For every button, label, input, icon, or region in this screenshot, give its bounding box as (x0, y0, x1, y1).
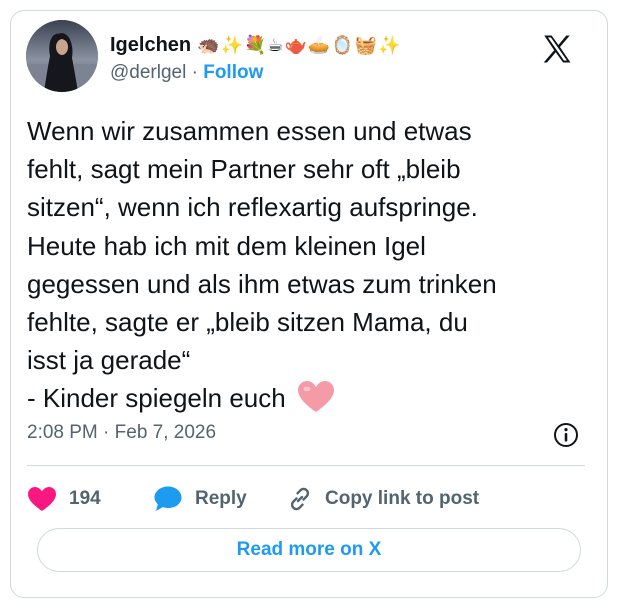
like-count: 194 (69, 488, 101, 509)
avatar[interactable] (26, 20, 98, 92)
x-logo-icon[interactable] (540, 32, 574, 66)
handle-row: @derlgel · Follow (110, 62, 263, 84)
tweet-body: Wenn wir zusammen essen und etwas fehlt,… (27, 116, 497, 414)
user-avatar-photo (26, 20, 98, 92)
read-more-button[interactable]: Read more on X (37, 528, 581, 572)
heart-icon (28, 487, 56, 511)
reply-bubble-icon (154, 486, 182, 511)
name-emojis: 🦔✨💐☕🫖🥧🪞🧺✨ (197, 35, 402, 56)
display-name[interactable]: Igelchen (110, 34, 191, 57)
timestamp[interactable]: 2:08 PM · Feb 7, 2026 (27, 422, 216, 444)
author-handle[interactable]: @derlgel (110, 62, 186, 83)
follow-link[interactable]: Follow (203, 62, 263, 83)
reply-label: Reply (195, 488, 247, 509)
tweet-text: Wenn wir zusammen essen und etwas fehlt,… (27, 112, 587, 418)
read-more-label: Read more on X (236, 539, 382, 560)
like-button[interactable]: 194 (27, 486, 137, 512)
pink-heart-icon (297, 381, 334, 413)
divider (27, 465, 585, 466)
reply-button[interactable]: Reply (153, 485, 283, 513)
copy-link-button[interactable]: Copy link to post (287, 486, 479, 512)
copy-link-label: Copy link to post (325, 488, 480, 509)
info-icon[interactable] (553, 422, 579, 448)
separator: · (191, 62, 198, 83)
action-bar: 194 Reply Copy link to post (27, 484, 479, 514)
link-icon (290, 487, 310, 511)
author-name-row: Igelchen 🦔✨💐☕🫖🥧🪞🧺✨ (110, 34, 402, 57)
